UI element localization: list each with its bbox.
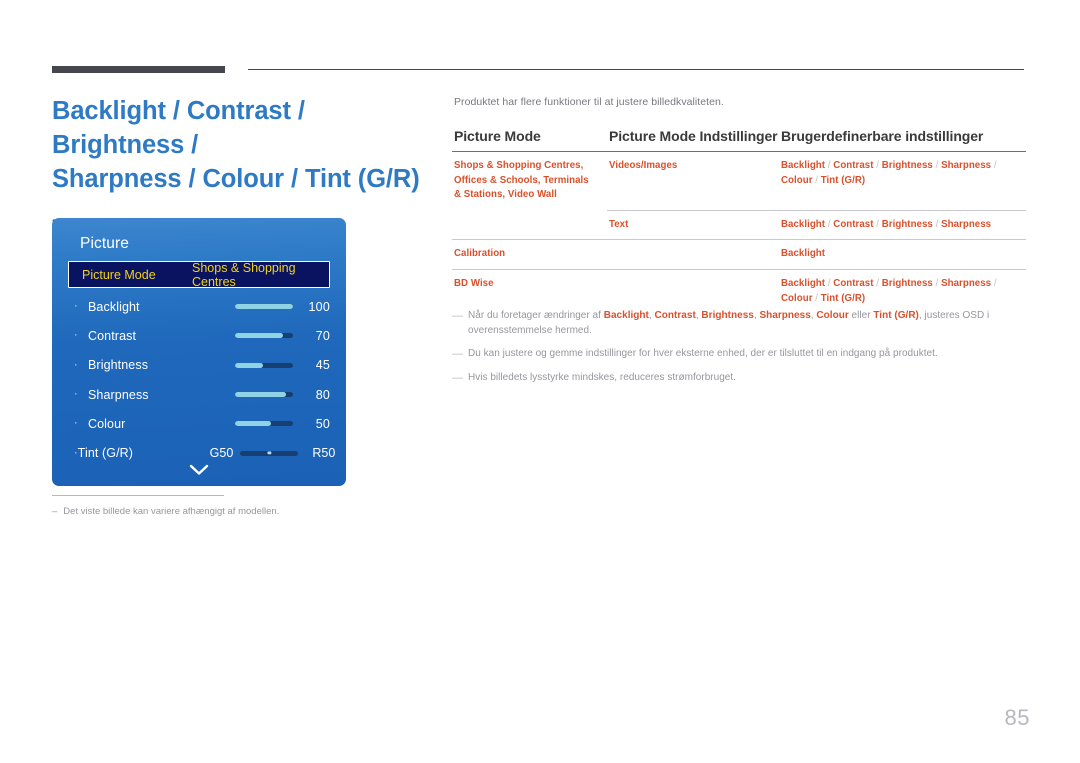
table-header-custom-settings: Brugerdefinerbare indstillinger: [781, 128, 984, 144]
osd-item-value: 70: [315, 328, 330, 343]
slider-track: [235, 333, 293, 339]
osd-item-value: 100: [308, 299, 330, 314]
osd-item-brightness[interactable]: · Brightness 45: [68, 351, 330, 380]
table-row: BD Wise Backlight / Contrast / Brightnes…: [452, 269, 1026, 314]
footnote-item: — Hvis billedets lysstyrke mindskes, red…: [452, 371, 1030, 386]
footnote-dash: —: [452, 310, 464, 322]
osd-item-picture-mode[interactable]: Picture Mode Shops & Shopping Centres: [68, 260, 330, 289]
cell-custom: Backlight / Contrast / Brightness / Shar…: [779, 269, 1026, 314]
slider-track: [235, 421, 293, 427]
cell-setting: Text: [607, 209, 779, 240]
osd-item-label: Sharpness: [88, 387, 149, 402]
osd-slider-colour[interactable]: 50: [220, 417, 330, 431]
osd-item-label: Backlight: [88, 299, 140, 314]
slider-fill: [235, 362, 263, 368]
slider-fill: [235, 392, 287, 398]
cell-mode: Calibration: [452, 239, 607, 270]
footnote-dash: —: [452, 371, 464, 384]
table-header-picture-mode: Picture Mode: [454, 128, 541, 144]
table-header-picture-mode-settings: Picture Mode Indstillinger: [609, 128, 778, 144]
osd-slider-brightness[interactable]: 45: [220, 358, 330, 372]
left-column: Backlight / Contrast / Brightness / Shar…: [52, 95, 432, 231]
cell-custom: Backlight / Contrast / Brightness / Shar…: [781, 160, 997, 186]
slider-thumb: [267, 451, 271, 455]
osd-title: Picture: [80, 235, 129, 252]
left-note-divider: [52, 495, 224, 496]
footnote-text: Hvis billedets lysstyrke mindskes, reduc…: [468, 371, 736, 383]
left-footnote: – Det viste billede kan variere afhængig…: [52, 505, 412, 519]
footnote-dash: —: [452, 348, 464, 360]
osd-slider-sharpness[interactable]: 80: [220, 388, 330, 402]
footnote-dash: –: [52, 506, 58, 517]
right-column: Produktet har flere funktioner til at ju…: [452, 96, 1026, 314]
footnote-text: Når du foretager ændringer af Backlight,…: [468, 310, 990, 336]
slider-track: [235, 392, 293, 398]
slider-fill: [235, 421, 271, 427]
table-row: Text Backlight / Contrast / Brightness /…: [452, 209, 1026, 240]
table-header-row: Picture Mode Picture Mode Indstillinger …: [452, 128, 1026, 152]
page-title: Backlight / Contrast / Brightness / Shar…: [52, 97, 420, 193]
osd-tint-right-value: R50: [312, 446, 336, 461]
osd-bullet-icon: ·: [74, 300, 78, 313]
picture-mode-table: Picture Mode Picture Mode Indstillinger …: [452, 128, 1026, 314]
table-head: Picture Mode Picture Mode Indstillinger …: [452, 128, 1026, 152]
osd-bullet-icon: ·: [74, 446, 78, 459]
osd-item-label: Tint (G/R): [77, 446, 134, 461]
osd-item-value: 45: [315, 358, 330, 373]
footnote-text: Du kan justere og gemme indstillinger fo…: [468, 348, 938, 359]
osd-item-value: 80: [315, 387, 330, 402]
cell-setting: Videos/Images: [609, 160, 678, 171]
header-rule-thin: [248, 69, 1024, 70]
osd-bullet-icon: ·: [74, 388, 78, 401]
osd-slider-tint[interactable]: G50 R50: [210, 446, 336, 460]
osd-item-backlight[interactable]: · Backlight 100: [68, 292, 330, 321]
osd-bullet-icon: ·: [74, 329, 78, 342]
slider-track: [235, 362, 293, 368]
slider-track-tint: [240, 450, 299, 456]
cell-mode: BD Wise: [452, 269, 607, 314]
footnote-text: Det viste billede kan variere afhængigt …: [63, 506, 280, 517]
osd-bullet-icon: ·: [74, 358, 78, 371]
cell-custom: Backlight: [779, 239, 1026, 270]
osd-item-label: Colour: [88, 416, 126, 431]
slider-track: [235, 304, 293, 310]
osd-item-label: Contrast: [88, 328, 137, 343]
cell-mode: Shops & Shopping Centres, Offices & Scho…: [454, 160, 589, 201]
osd-slider-backlight[interactable]: 100: [220, 300, 330, 314]
chevron-down-icon: [189, 464, 209, 475]
osd-picture-mode-label: Picture Mode: [82, 267, 156, 282]
footnote-item: — Når du foretager ændringer af Backligh…: [452, 309, 1030, 338]
osd-item-colour[interactable]: · Colour 50: [68, 409, 330, 438]
cell-mode: [452, 210, 607, 240]
footnotes: — Når du foretager ændringer af Backligh…: [452, 309, 1030, 394]
osd-picture-menu: Picture Picture Mode Shops & Shopping Ce…: [52, 218, 346, 486]
intro-text: Produktet har flere funktioner til at ju…: [454, 96, 724, 108]
table-row: Calibration Backlight: [452, 239, 1026, 270]
header-rule-thick: [52, 66, 225, 73]
osd-item-value: 50: [315, 416, 330, 431]
osd-item-contrast[interactable]: · Contrast 70: [68, 321, 330, 350]
slider-fill: [235, 333, 283, 339]
osd-bullet-icon: ·: [74, 417, 78, 430]
osd-tint-left-value: G50: [209, 446, 234, 461]
osd-slider-contrast[interactable]: 70: [220, 329, 330, 343]
cell-setting: [607, 239, 779, 270]
osd-picture-mode-value: Shops & Shopping Centres: [192, 260, 296, 289]
table-row: Shops & Shopping Centres, Offices & Scho…: [452, 152, 1026, 211]
page-number: 85: [1004, 705, 1030, 730]
footnote-item: — Du kan justere og gemme indstillinger …: [452, 347, 1030, 362]
cell-setting: [607, 269, 779, 314]
cell-custom: Backlight / Contrast / Brightness / Shar…: [779, 209, 1026, 240]
slider-fill: [235, 304, 293, 310]
osd-item-label: Brightness: [88, 358, 149, 373]
osd-item-sharpness[interactable]: · Sharpness 80: [68, 380, 330, 409]
table-body: Shops & Shopping Centres, Offices & Scho…: [452, 152, 1026, 314]
osd-scroll-down[interactable]: [52, 464, 346, 476]
